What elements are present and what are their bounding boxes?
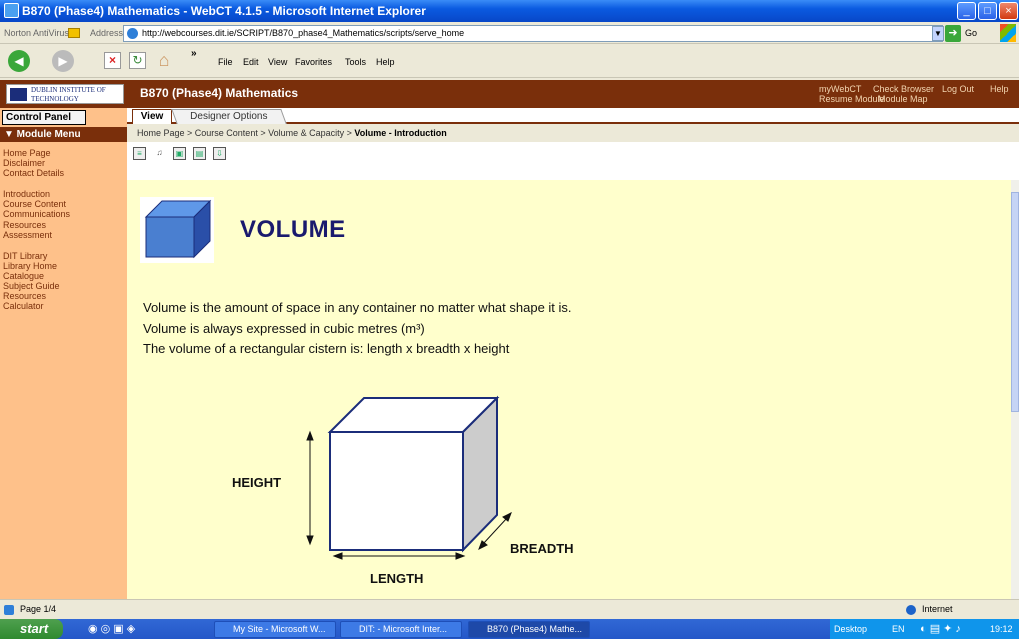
page-icon (127, 28, 138, 39)
tab-designer-label: Designer Options (190, 111, 268, 122)
nav-library-resources[interactable]: Resources (3, 291, 46, 301)
window-title-bar: B870 (Phase4) Mathematics - WebCT 4.1.5 … (0, 0, 1019, 22)
nav-home-page[interactable]: Home Page (3, 148, 51, 158)
nav-contact-details[interactable]: Contact Details (3, 168, 64, 178)
dit-logo[interactable]: DUBLIN INSTITUTE OF TECHNOLOGY (6, 84, 124, 104)
minimize-button[interactable]: _ (957, 2, 976, 20)
windows-logo-icon (1000, 24, 1016, 42)
zone-status: Internet (922, 604, 953, 614)
status-bar: Page 1/4 Internet (0, 599, 1019, 619)
system-tray: Desktop EN ◐ ▤ ✦ ♪ 19:12 (830, 619, 1019, 639)
norton-icon[interactable] (68, 28, 80, 38)
menu-edit[interactable]: Edit (243, 57, 259, 67)
left-nav (0, 108, 127, 599)
tab-view[interactable]: View (132, 109, 172, 124)
language-indicator[interactable]: EN (892, 619, 905, 639)
nav-resources[interactable]: Resources (3, 220, 46, 230)
go-arrow-icon[interactable]: ➜ (945, 25, 961, 42)
toolbar-overflow-icon[interactable]: » (191, 48, 197, 59)
quicklaunch-icons[interactable]: ◉ ◎ ▣ ◈ (88, 622, 135, 635)
page-list-icon[interactable]: ≡ (133, 147, 146, 160)
breadcrumb: Home Page > Course Content > Volume & Ca… (137, 128, 447, 138)
globe-icon (906, 605, 916, 615)
close-button[interactable]: × (999, 2, 1018, 20)
clock: 19:12 (990, 624, 1013, 634)
menu-view[interactable]: View (268, 57, 287, 67)
content-toolbar (127, 142, 1019, 180)
control-panel-button[interactable]: Control Panel (2, 110, 86, 125)
tab-designer-options[interactable]: Designer Options (171, 109, 287, 124)
norton-label[interactable]: Norton AntiVirus (4, 22, 69, 44)
link-module-map[interactable]: Module Map (878, 94, 928, 104)
nav-course-content[interactable]: Course Content (3, 199, 66, 209)
breadcrumb-current: Volume - Introduction (354, 128, 447, 138)
scrollbar-thumb[interactable] (1011, 192, 1019, 412)
paragraph-1: Volume is the amount of space in any con… (143, 300, 572, 315)
desktop-toolbar[interactable]: Desktop (834, 619, 867, 639)
print-icon[interactable]: ▣ (173, 147, 186, 160)
page-status-icon (4, 605, 14, 615)
nav-introduction[interactable]: Introduction (3, 189, 50, 199)
cube-icon (140, 197, 214, 263)
paragraph-3: The volume of a rectangular cistern is: … (143, 341, 510, 356)
logo-text: DUBLIN INSTITUTE OF TECHNOLOGY (31, 86, 106, 103)
nav-communications[interactable]: Communications (3, 209, 70, 219)
start-button[interactable]: start (0, 619, 63, 639)
breadcrumb-path[interactable]: Home Page > Course Content > Volume & Ca… (137, 128, 354, 138)
length-label: LENGTH (370, 571, 424, 586)
back-icon[interactable]: ◀ (8, 50, 30, 72)
address-label: Address (90, 28, 124, 38)
box-front-face (329, 431, 464, 551)
link-resume-module[interactable]: Resume Module (819, 94, 885, 104)
nav-assessment[interactable]: Assessment (3, 230, 52, 240)
link-mywebct[interactable]: myWebCT (819, 84, 861, 94)
bookmark-icon[interactable]: ▤ (193, 147, 206, 160)
home-icon[interactable]: ⌂ (153, 50, 175, 70)
nav-dit-library[interactable]: DIT Library (3, 251, 47, 261)
paragraph-2: Volume is always expressed in cubic metr… (143, 321, 425, 336)
page-status: Page 1/4 (20, 604, 57, 614)
nav-subject-guide[interactable]: Subject Guide (3, 281, 60, 291)
nav-calculator[interactable]: Calculator (3, 301, 44, 311)
nav-disclaimer[interactable]: Disclaimer (3, 158, 45, 168)
stop-icon[interactable]: × (104, 52, 121, 69)
link-help[interactable]: Help (990, 84, 1009, 94)
link-log-out[interactable]: Log Out (942, 84, 974, 94)
menu-file[interactable]: File (218, 57, 233, 67)
go-button[interactable]: Go (965, 28, 977, 38)
tray-icons[interactable]: ◐ ▤ ✦ ♪ (920, 619, 961, 639)
task-b870[interactable]: B870 (Phase4) Mathe... (468, 621, 590, 638)
task-dit[interactable]: DIT: - Microsoft Inter... (340, 621, 462, 638)
audio-icon[interactable]: ♫ (153, 147, 166, 160)
box-diagram (306, 395, 512, 560)
maximize-button[interactable]: □ (978, 2, 997, 20)
download-icon[interactable]: ⇩ (213, 147, 226, 160)
task-my-site[interactable]: My Site - Microsoft W... (214, 621, 336, 638)
menu-favorites[interactable]: Favorites (295, 57, 332, 67)
breadth-label: BREADTH (510, 541, 574, 556)
nav-catalogue[interactable]: Catalogue (3, 271, 44, 281)
link-check-browser[interactable]: Check Browser (873, 84, 934, 94)
refresh-icon[interactable]: ↻ (129, 52, 146, 69)
ie-app-icon (4, 3, 19, 18)
address-url[interactable]: http://webcourses.dit.ie/SCRIPT/B870_pha… (142, 28, 464, 38)
menu-tools[interactable]: Tools (345, 57, 366, 67)
window-title: B870 (Phase4) Mathematics - WebCT 4.1.5 … (22, 4, 426, 18)
menu-help[interactable]: Help (376, 57, 395, 67)
nav-library-home[interactable]: Library Home (3, 261, 57, 271)
address-input[interactable]: http://webcourses.dit.ie/SCRIPT/B870_pha… (123, 25, 943, 42)
page-heading: VOLUME (240, 216, 346, 243)
address-dropdown-icon[interactable]: ▼ (932, 26, 944, 41)
module-menu-header[interactable]: ▼ Module Menu (0, 127, 127, 142)
course-title: B870 (Phase4) Mathematics (140, 86, 299, 100)
height-label: HEIGHT (232, 475, 282, 490)
forward-icon[interactable]: ▶ (52, 50, 74, 72)
